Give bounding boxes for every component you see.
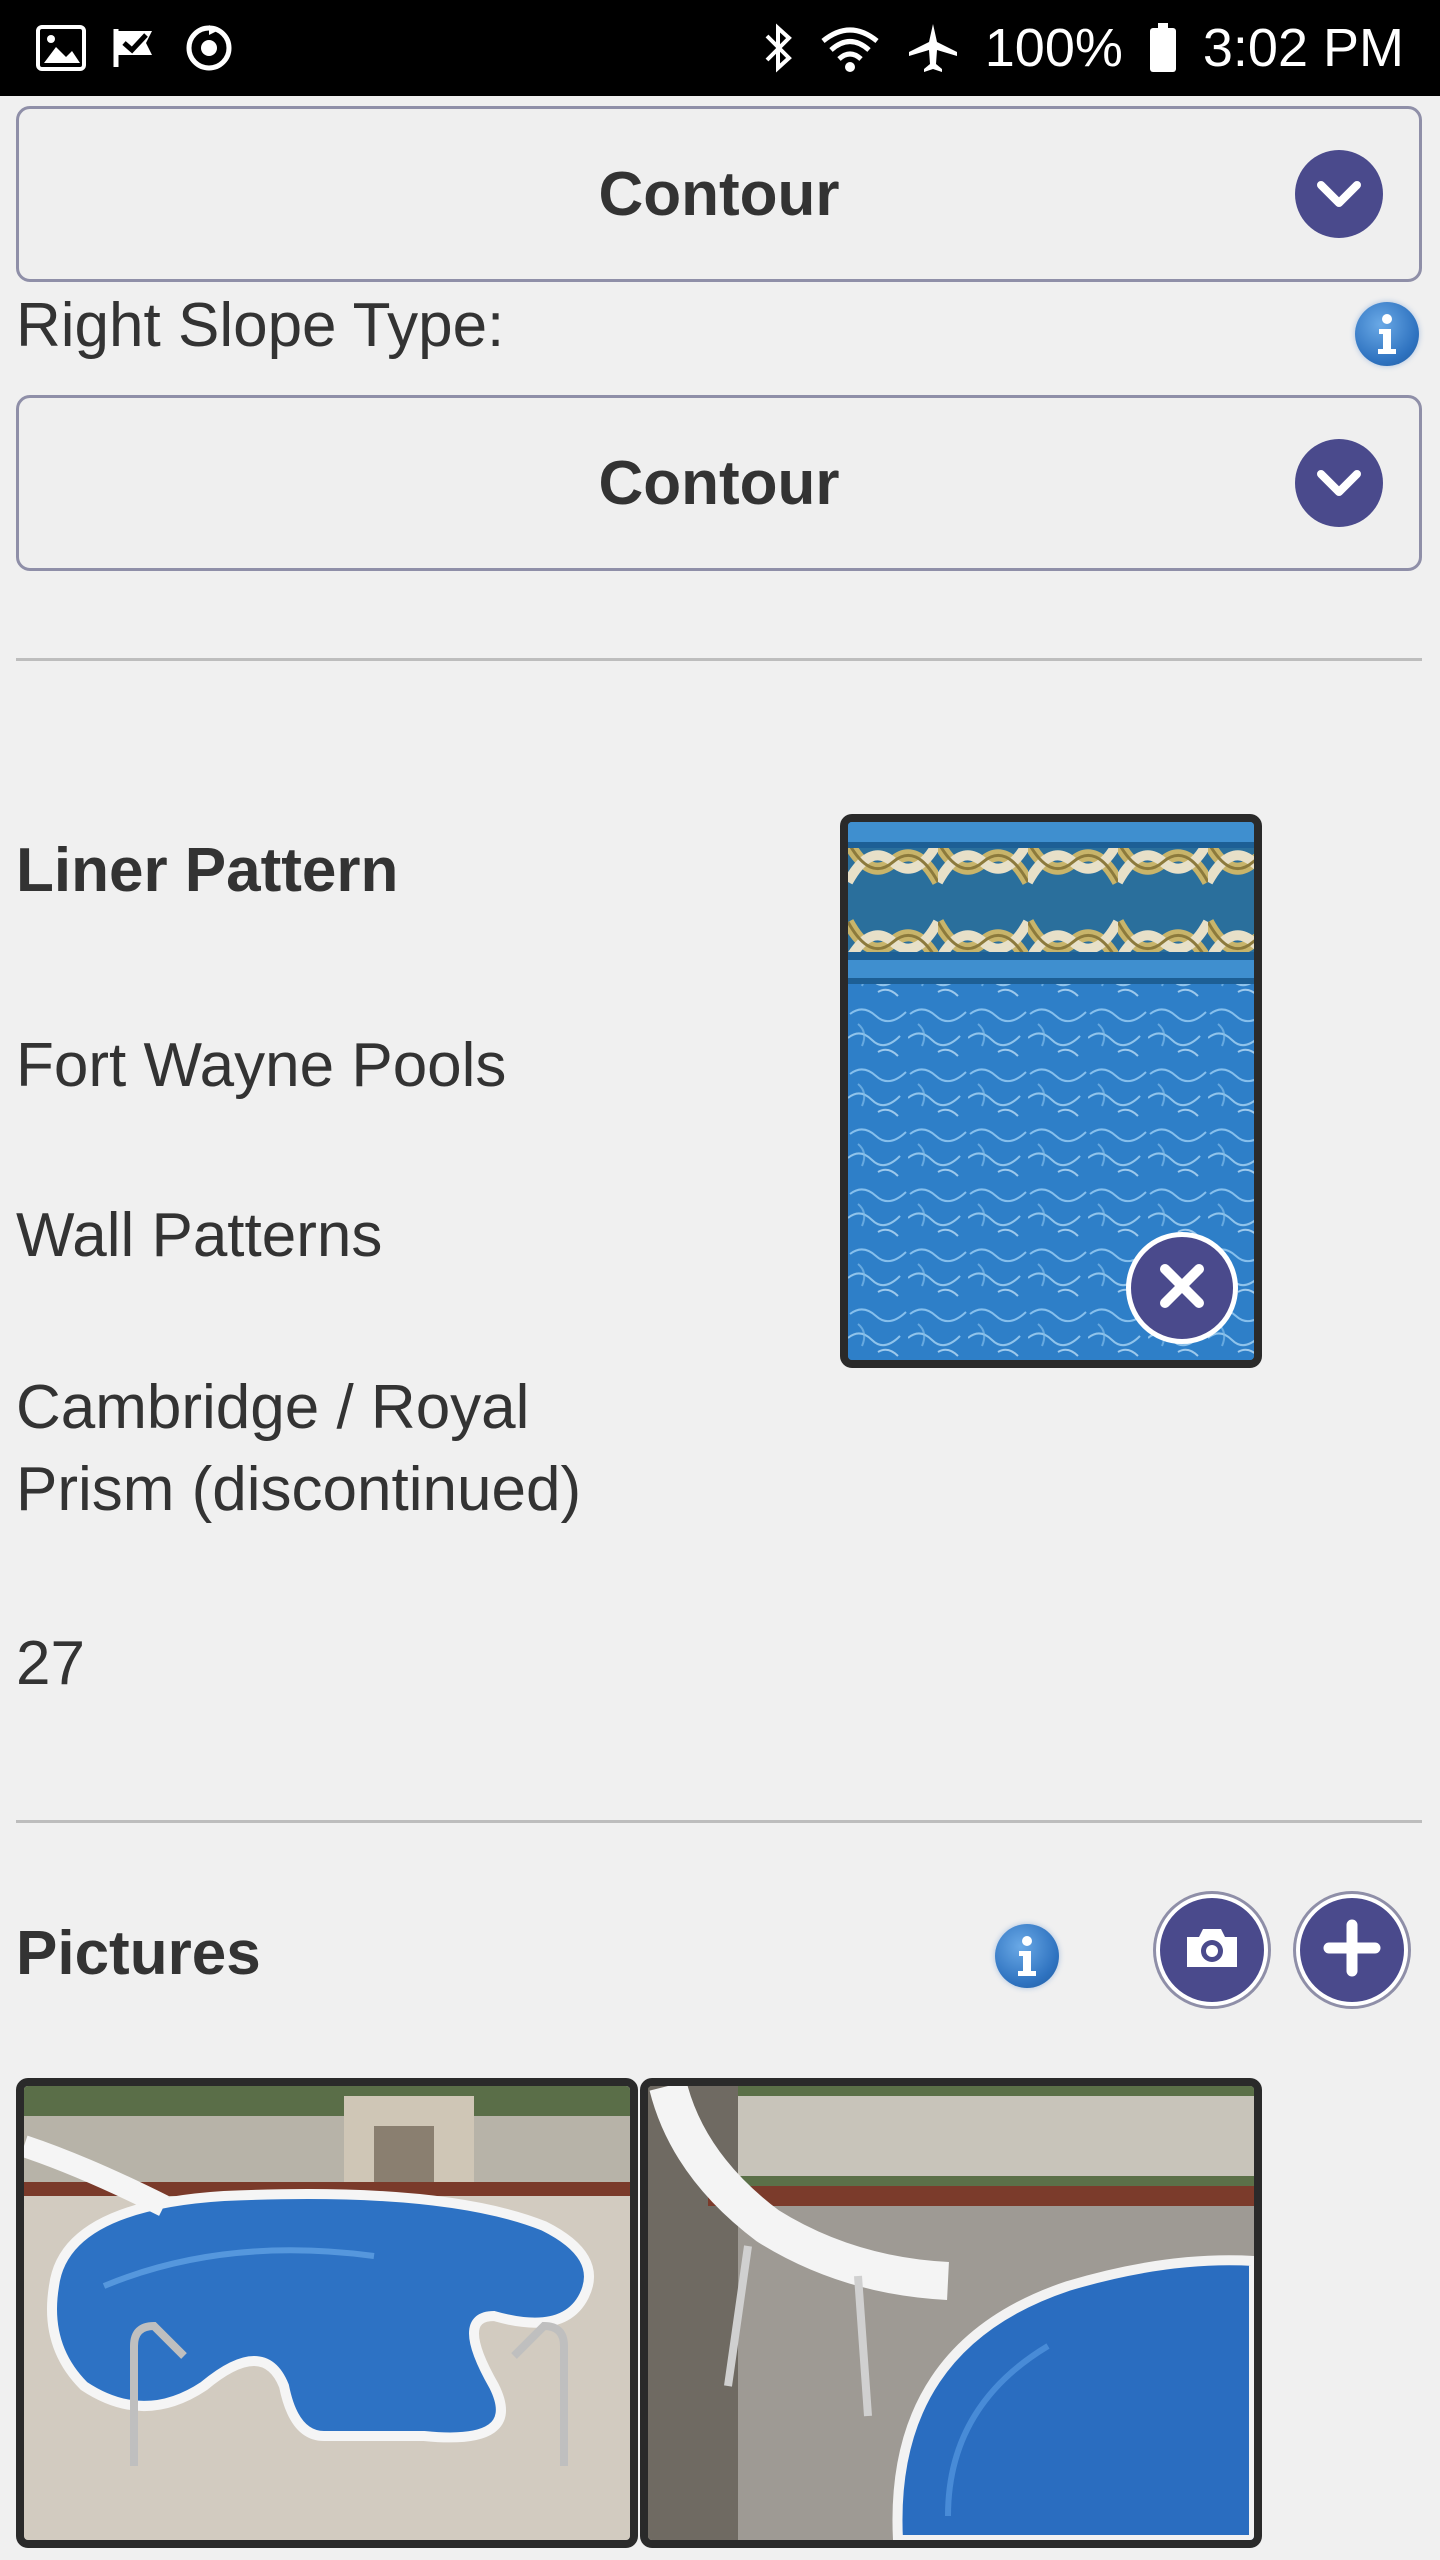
- take-photo-button[interactable]: [1156, 1894, 1268, 2006]
- right-slope-type-value: Contour: [598, 448, 840, 518]
- pool-photo-thumbnail[interactable]: [16, 2078, 638, 2548]
- liner-pattern-name-line2: Prism (discontinued): [16, 1455, 582, 1524]
- pool-photo-thumbnail[interactable]: [640, 2078, 1262, 2548]
- battery-icon: [1149, 23, 1177, 73]
- pictures-title: Pictures: [16, 1919, 261, 1988]
- image-icon: [36, 25, 86, 71]
- chevron-down-icon: [1295, 439, 1383, 527]
- clock: 3:02 PM: [1202, 18, 1404, 78]
- right-slope-type-select[interactable]: Contour: [16, 395, 1422, 571]
- right-slope-type-label: Right Slope Type:: [16, 291, 505, 360]
- liner-manufacturer: Fort Wayne Pools: [16, 1031, 507, 1100]
- camera-icon: [1183, 1925, 1241, 1976]
- section-divider: [16, 658, 1422, 661]
- close-icon: [1155, 1259, 1209, 1318]
- status-left-icons: [36, 23, 234, 73]
- plus-icon: [1323, 1919, 1381, 1982]
- add-picture-button[interactable]: [1296, 1894, 1408, 2006]
- pool-photo-image: [24, 2086, 630, 2540]
- wifi-icon: [819, 23, 881, 73]
- info-icon[interactable]: [1355, 302, 1419, 366]
- remove-liner-button[interactable]: [1126, 1232, 1238, 1344]
- chevron-down-icon: [1295, 150, 1383, 238]
- liner-pattern-title: Liner Pattern: [16, 836, 399, 905]
- info-icon[interactable]: [995, 1924, 1059, 1988]
- section-divider: [16, 1820, 1422, 1823]
- liner-pattern-name-line1: Cambridge / Royal: [16, 1373, 530, 1442]
- airplane-icon: [907, 22, 959, 74]
- liner-pattern-code: 27: [16, 1629, 85, 1698]
- sync-icon: [184, 23, 234, 73]
- left-slope-type-value: Contour: [598, 159, 840, 229]
- status-right: 100% 3:02 PM: [763, 17, 1404, 79]
- liner-pattern-swatch[interactable]: [840, 814, 1262, 1368]
- liner-category: Wall Patterns: [16, 1201, 383, 1270]
- check-flag-icon: [112, 25, 158, 71]
- status-bar: 100% 3:02 PM: [0, 0, 1440, 96]
- left-slope-type-select[interactable]: Contour: [16, 106, 1422, 282]
- pool-photo-image: [648, 2086, 1254, 2540]
- bluetooth-icon: [763, 22, 793, 74]
- battery-percent: 100%: [984, 18, 1123, 78]
